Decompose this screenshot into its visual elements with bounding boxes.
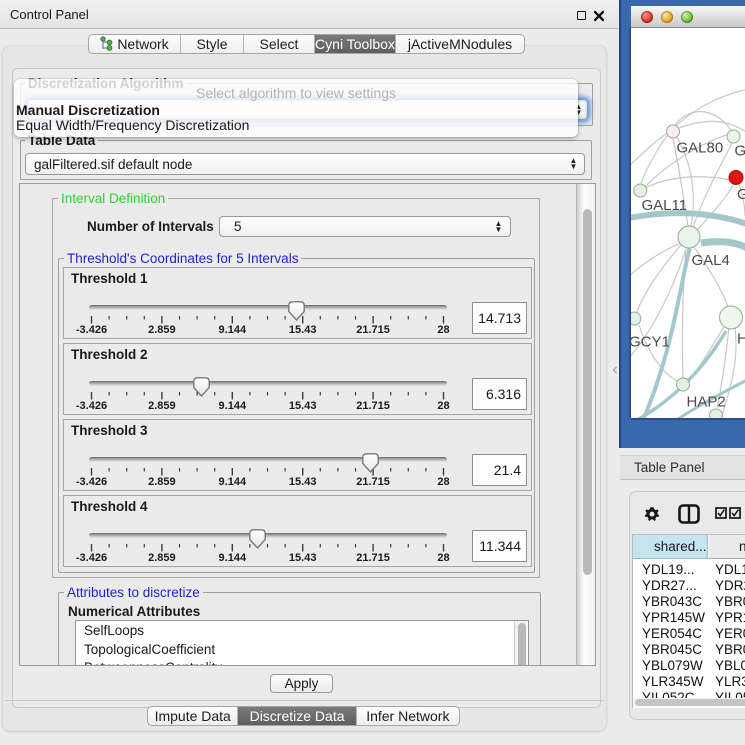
svg-text:GAL11: GAL11 — [642, 197, 688, 214]
svg-text:HAP2: HAP2 — [687, 394, 726, 411]
svg-text:G: G — [737, 186, 745, 203]
svg-text:GAL4: GAL4 — [692, 252, 730, 269]
svg-text:GAL80: GAL80 — [677, 140, 724, 157]
svg-text:GCY1: GCY1 — [631, 334, 670, 351]
svg-text:H: H — [737, 331, 745, 348]
svg-text:GA: GA — [735, 143, 745, 160]
